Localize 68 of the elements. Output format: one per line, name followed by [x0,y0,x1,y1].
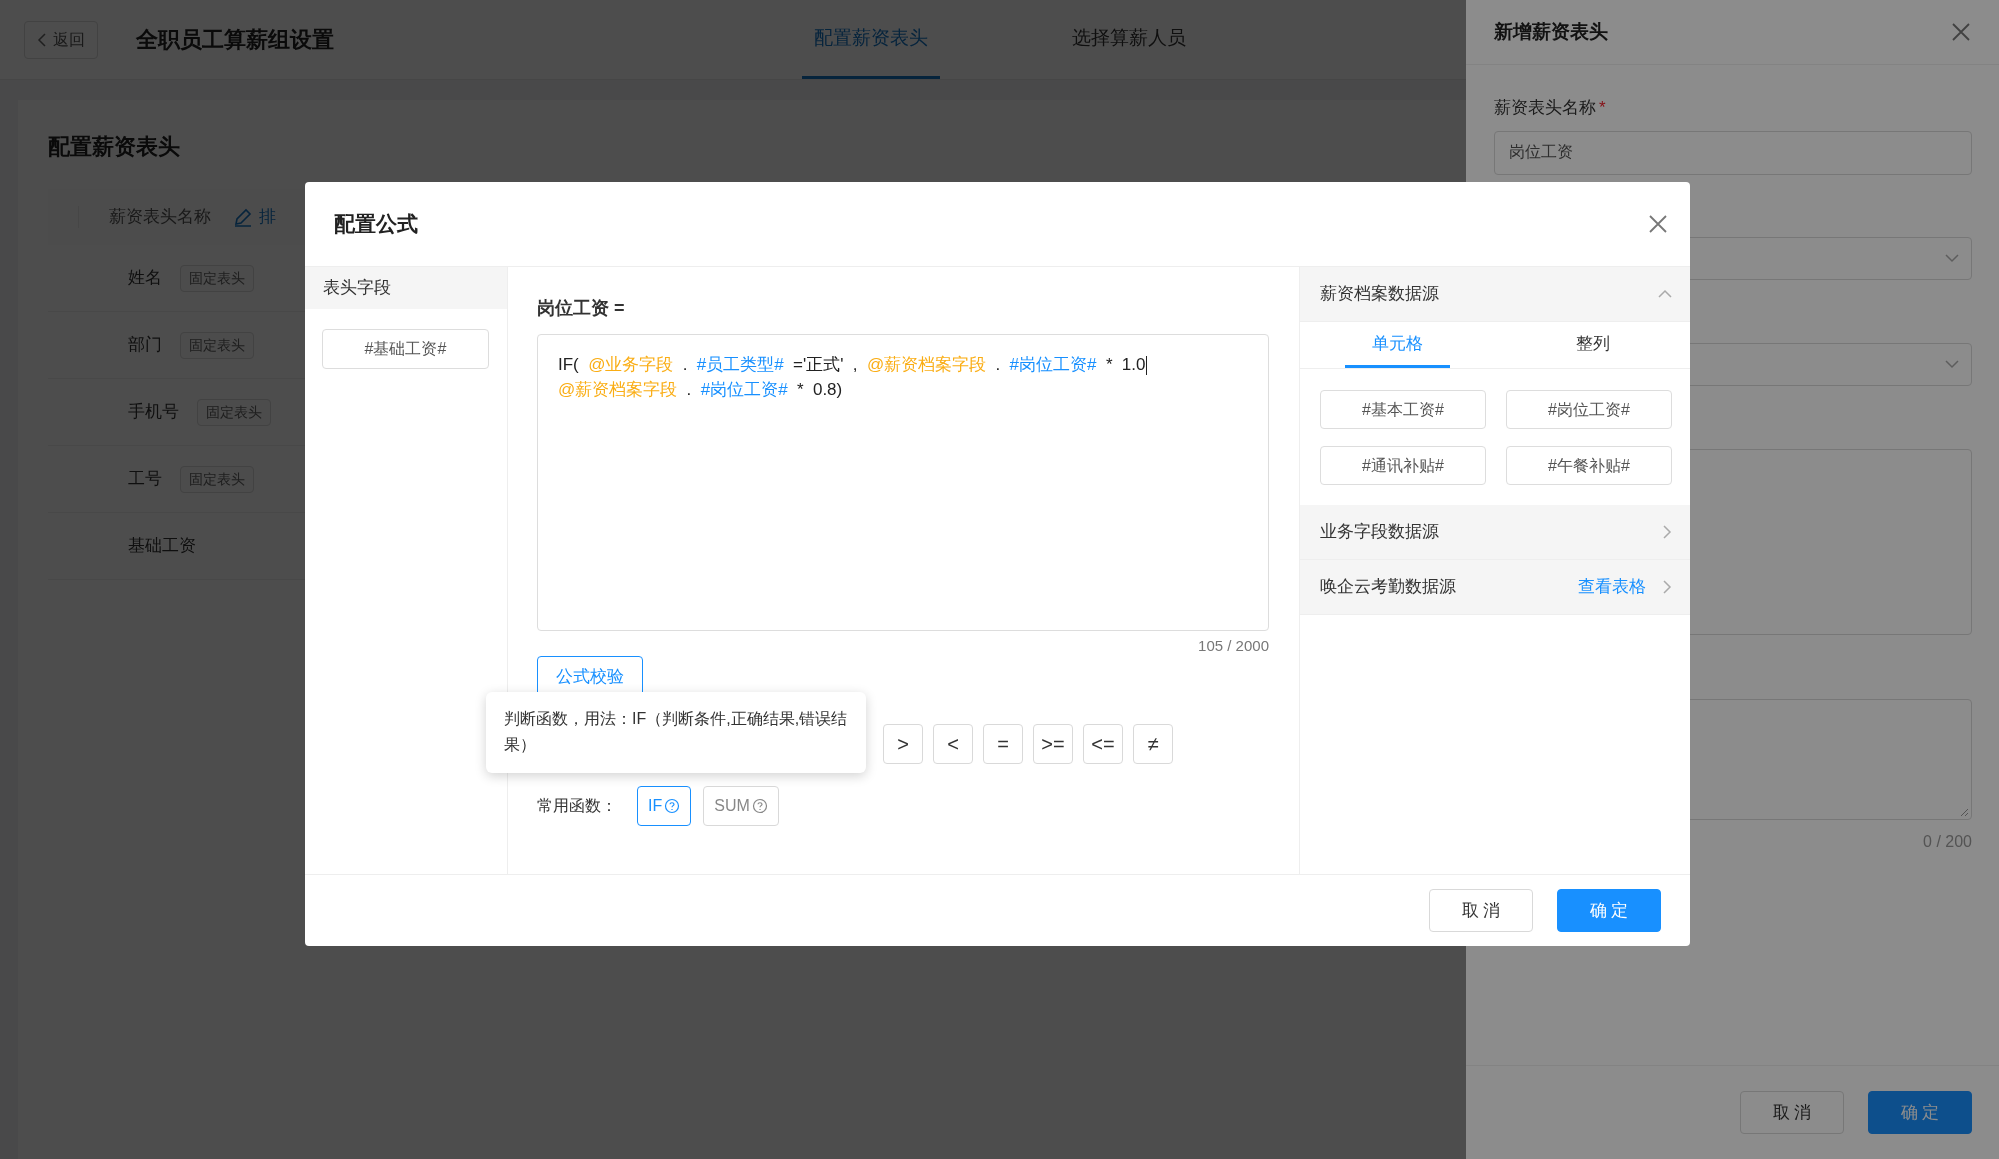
operator-button[interactable]: > [883,723,923,764]
chevron-right-icon [1662,580,1672,594]
tooltip: 判断函数，用法：IF（判断条件,正确结果,错误结果） [486,692,866,773]
required-mark: * [1599,98,1606,117]
accordion-header[interactable]: 唤企云考勤数据源 查看表格 [1300,560,1690,615]
resize-handle-icon [1959,806,1969,817]
chevron-right-icon [1662,525,1672,539]
formula-token: #岗位工资# [1009,355,1097,374]
char-counter: 105 / 2000 [1197,636,1269,656]
field-chip[interactable]: #午餐补贴# [1506,446,1672,485]
help-icon [751,797,768,814]
accordion-header[interactable]: 薪资档案数据源 [1300,267,1690,322]
formula-label: 岗位工资 = [537,297,626,320]
formula-token: 1.0 [1121,355,1146,374]
operator-button[interactable]: = [983,723,1023,764]
formula-token: IF( [558,355,579,374]
field-chip[interactable]: #基础工资# [322,329,489,369]
field-name: 部门 [128,334,162,357]
cancel-button[interactable]: 取 消 [1429,889,1533,932]
operator-button[interactable]: >= [1033,723,1073,764]
close-icon[interactable] [1648,214,1668,234]
panel-header: 表头字段 [305,267,507,309]
formula-token: * [1105,355,1113,374]
field-chip[interactable]: #通讯补贴# [1320,446,1486,485]
chevron-down-icon [1945,253,1959,263]
section-title: 配置薪资表头 [48,133,180,161]
operator-button[interactable]: ≠ [1133,723,1173,764]
field-name: 基础工资 [128,535,196,558]
pencil-icon [233,207,253,227]
formula-token: #岗位工资# [700,379,788,399]
formula-editor[interactable]: IF( @业务字段 . #员工类型# ='正式' , @薪资档案字段 . #岗位工资# * 1.0 @薪资档案字段 . #岗位工资# * 0.8) [537,334,1269,631]
field-name: 工号 [128,468,162,491]
field-label: 薪资表头名称 * [1494,97,1607,119]
chevron-up-icon [1658,289,1672,299]
chevron-down-icon [1945,359,1959,369]
formula-token: 0.8) [812,379,843,399]
field-name: 手机号 [128,401,179,424]
field-chip[interactable]: #岗位工资# [1506,390,1672,429]
input-field[interactable]: 岗位工资 [1494,130,1972,175]
operator-button[interactable]: <= [1083,723,1123,764]
accordion-title: 唤企云考勤数据源 [1320,576,1456,599]
page-title: 全职员工算薪组设置 [136,26,334,54]
formula-token: @薪资档案字段 [866,355,987,374]
formula-token: , [852,355,858,374]
char-counter: 0 / 200 [1922,831,1972,852]
formula-token: @业务字段 [588,355,674,374]
formula-token: . [995,355,1001,374]
accordion-title: 业务字段数据源 [1320,521,1439,544]
field-name: 姓名 [128,267,162,290]
accordion-header[interactable]: 业务字段数据源 [1300,505,1690,560]
operator-button[interactable]: < [933,723,973,764]
formula-token: @薪资档案字段 [558,379,678,399]
cancel-button[interactable]: 取 消 [1740,1091,1844,1134]
accordion-title: 薪资档案数据源 [1320,283,1439,306]
modal-title: 配置公式 [334,211,418,238]
chevron-left-icon [37,32,47,47]
formula-token: * [796,379,804,399]
functions-label: 常用函数： [537,795,617,816]
help-icon [664,797,681,814]
formula-token: . [686,379,692,399]
close-icon[interactable] [1951,22,1971,42]
formula-token: #员工类型# [696,355,784,374]
function-button[interactable]: SUM [703,785,779,826]
field-chip[interactable]: #基本工资# [1320,390,1486,429]
drawer-title: 新增薪资表头 [1494,19,1608,44]
tab[interactable]: 整列 [1540,322,1645,368]
formula-token: . [682,355,688,374]
formula-token: ='正式' [793,355,844,374]
